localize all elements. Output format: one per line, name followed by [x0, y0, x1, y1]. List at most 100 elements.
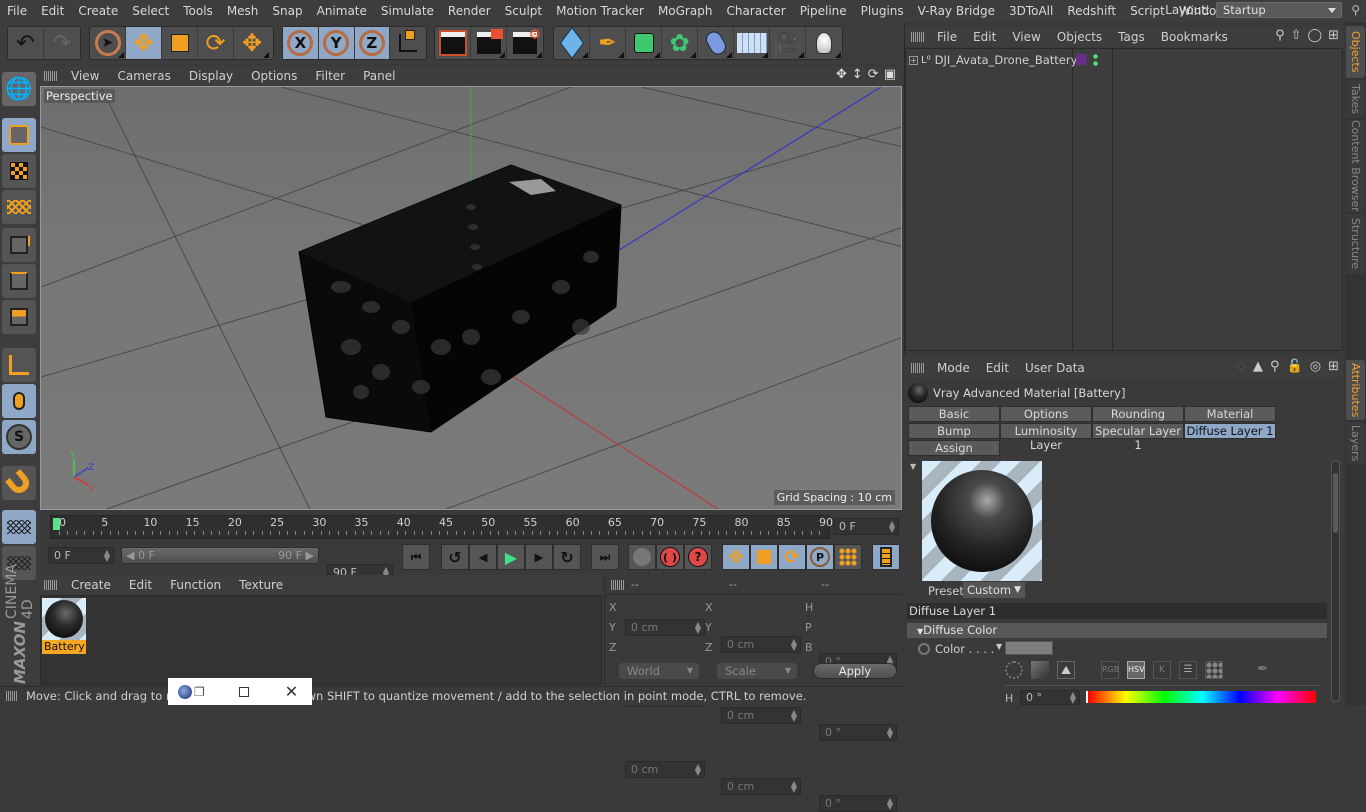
edges-mode-button[interactable] [2, 264, 36, 298]
deformer-button[interactable] [698, 27, 734, 59]
material-menu-edit[interactable]: Edit [120, 578, 161, 592]
h-value-field[interactable]: 0 ° ▲ ▼ [1020, 690, 1080, 705]
light-button[interactable] [806, 27, 842, 59]
menu-create[interactable]: Create [71, 4, 125, 18]
zoom-view-icon[interactable]: ↕ [852, 67, 863, 82]
camera-button[interactable]: 🎥 [770, 27, 806, 59]
tab-specular-layer-1[interactable]: Specular Layer 1 [1092, 423, 1184, 452]
tab-bump[interactable]: Bump [908, 423, 1000, 439]
back-arrow-icon[interactable]: ◇ [1236, 359, 1246, 374]
visibility-dots-icon[interactable] [1093, 53, 1098, 67]
object-menu-edit[interactable]: Edit [965, 30, 1004, 44]
coordinate-field[interactable]: 0 cm▲▼ [625, 761, 705, 778]
floor-button[interactable] [734, 27, 770, 59]
material-tag-icon[interactable] [1076, 54, 1087, 65]
go-to-end-button[interactable]: ⏭ [591, 544, 619, 570]
side-tab-content-browser[interactable]: Content Browser [1346, 120, 1365, 212]
color-menu-icon[interactable]: ▼ [996, 642, 1002, 651]
hue-slider[interactable] [1086, 691, 1316, 703]
target-icon[interactable]: ◎ [1310, 359, 1321, 374]
move-button[interactable]: ✥ [126, 27, 162, 59]
material-menu-function[interactable]: Function [161, 578, 230, 592]
record-keys-button[interactable] [628, 544, 656, 570]
autokeying-button[interactable]: ( ) [656, 544, 684, 570]
axis-mode-button[interactable] [2, 348, 36, 382]
previous-key-button[interactable]: ↺ [441, 544, 469, 570]
coordinate-system-button[interactable] [390, 27, 426, 59]
color-swatch[interactable] [1005, 641, 1053, 655]
timeline-ruler[interactable]: 0 5 10 15 20 25 30 35 40 45 50 55 60 65 70 75 80 85 90 [50, 515, 833, 539]
menu-animate[interactable]: Animate [310, 4, 374, 18]
menu-plugins[interactable]: Plugins [854, 4, 911, 18]
mixer-icon[interactable]: ☰ [1179, 661, 1197, 679]
search-icon[interactable]: ⚲ [1270, 359, 1280, 374]
material-menu-texture[interactable]: Texture [230, 578, 292, 592]
close-button[interactable]: ✕ [285, 682, 298, 701]
toggle-panel-icon[interactable]: ▣ [884, 67, 896, 82]
render-picture-viewer-button[interactable] [471, 27, 507, 59]
points-mode-button[interactable] [2, 228, 36, 262]
material-menu-create[interactable]: Create [62, 578, 120, 592]
rotate-button[interactable]: ⟳ [198, 27, 234, 59]
coordinate-field[interactable]: 0 °▲▼ [819, 724, 897, 741]
key-position-button[interactable]: ✥ [722, 544, 750, 570]
coordinate-field[interactable]: 0 cm▲▼ [625, 619, 705, 636]
hsv-button[interactable]: HSV [1127, 661, 1145, 679]
search-icon[interactable]: ⚲ [1351, 3, 1360, 17]
range-left-arrow-icon[interactable]: ◀ [126, 549, 134, 562]
expand-icon[interactable]: + [909, 55, 918, 65]
menu-select[interactable]: Select [125, 4, 176, 18]
next-key-button[interactable]: ↻ [553, 544, 581, 570]
tab-rounding[interactable]: Rounding [1092, 406, 1184, 422]
menu-edit[interactable]: Edit [34, 4, 71, 18]
start-frame-field[interactable]: 0 F ▲ ▼ [48, 547, 114, 564]
side-tab-structure[interactable]: Structure [1346, 214, 1365, 274]
timeline-button[interactable] [872, 544, 900, 570]
menu-3dtoall[interactable]: 3DToAll [1002, 4, 1060, 18]
current-frame-field[interactable]: 0 F ▲ ▼ [833, 518, 899, 535]
menu-snap[interactable]: Snap [265, 4, 309, 18]
x-axis-button[interactable]: X [283, 27, 319, 59]
material-item[interactable]: Battery [42, 598, 86, 656]
tab-diffuse-layer-1[interactable]: Diffuse Layer 1 [1184, 423, 1276, 439]
maximize-button[interactable] [238, 686, 249, 697]
preview-collapse-icon[interactable]: ▼ [910, 462, 916, 471]
rgb-button[interactable]: RGB [1101, 661, 1119, 679]
scrollbar-thumb[interactable] [1333, 473, 1338, 533]
object-menu-tags[interactable]: Tags [1110, 30, 1153, 44]
workplane-lock-button[interactable] [2, 510, 36, 544]
key-scale-button[interactable] [750, 544, 778, 570]
side-tab-layers[interactable]: Layers [1346, 422, 1365, 464]
menu-tools[interactable]: Tools [176, 4, 220, 18]
coordinate-type-select[interactable]: Scale ▼ [717, 663, 797, 679]
side-tab-objects[interactable]: Objects [1346, 26, 1365, 78]
coordinate-mode-select[interactable]: World ▼ [619, 663, 699, 679]
tab-material-weight[interactable]: Material Weight [1184, 406, 1276, 435]
new-panel-icon[interactable]: ⊞ [1328, 359, 1339, 374]
object-menu-objects[interactable]: Objects [1049, 30, 1110, 44]
workplane-mode-button[interactable] [2, 190, 36, 224]
search-icon[interactable]: ⚲ [1275, 28, 1285, 43]
viewport-menu-options[interactable]: Options [242, 69, 306, 83]
object-menu-view[interactable]: View [1004, 30, 1048, 44]
viewport-menu-filter[interactable]: Filter [306, 69, 354, 83]
image-picker-icon[interactable]: ⛰ [1057, 661, 1075, 679]
attr-menu-mode[interactable]: Mode [929, 361, 978, 375]
apply-button[interactable]: Apply [813, 663, 897, 679]
range-right-arrow-icon[interactable]: ▶ [306, 549, 314, 562]
y-axis-button[interactable]: Y [318, 27, 355, 59]
keyframe-selection-button[interactable]: ? [684, 544, 712, 570]
cloner-button[interactable]: ✿ [662, 27, 698, 59]
z-axis-button[interactable]: Z [354, 27, 391, 59]
solo-button[interactable]: S [2, 420, 36, 454]
attr-menu-edit[interactable]: Edit [978, 361, 1017, 375]
go-to-start-button[interactable]: ⏮ [402, 544, 430, 570]
lock-icon[interactable]: 🔓 [1287, 359, 1303, 374]
texture-mode-button[interactable] [2, 154, 36, 188]
last-tool-button[interactable]: ✥ [234, 27, 270, 59]
viewport[interactable]: Perspective Grid Spacing : 10 cm Y Z X [40, 86, 902, 510]
side-tab-takes[interactable]: Takes [1346, 80, 1365, 118]
menu-character[interactable]: Character [719, 4, 792, 18]
tab-basic[interactable]: Basic [908, 406, 1000, 422]
diffuse-color-group[interactable]: ▼Diffuse Color [907, 623, 1327, 638]
